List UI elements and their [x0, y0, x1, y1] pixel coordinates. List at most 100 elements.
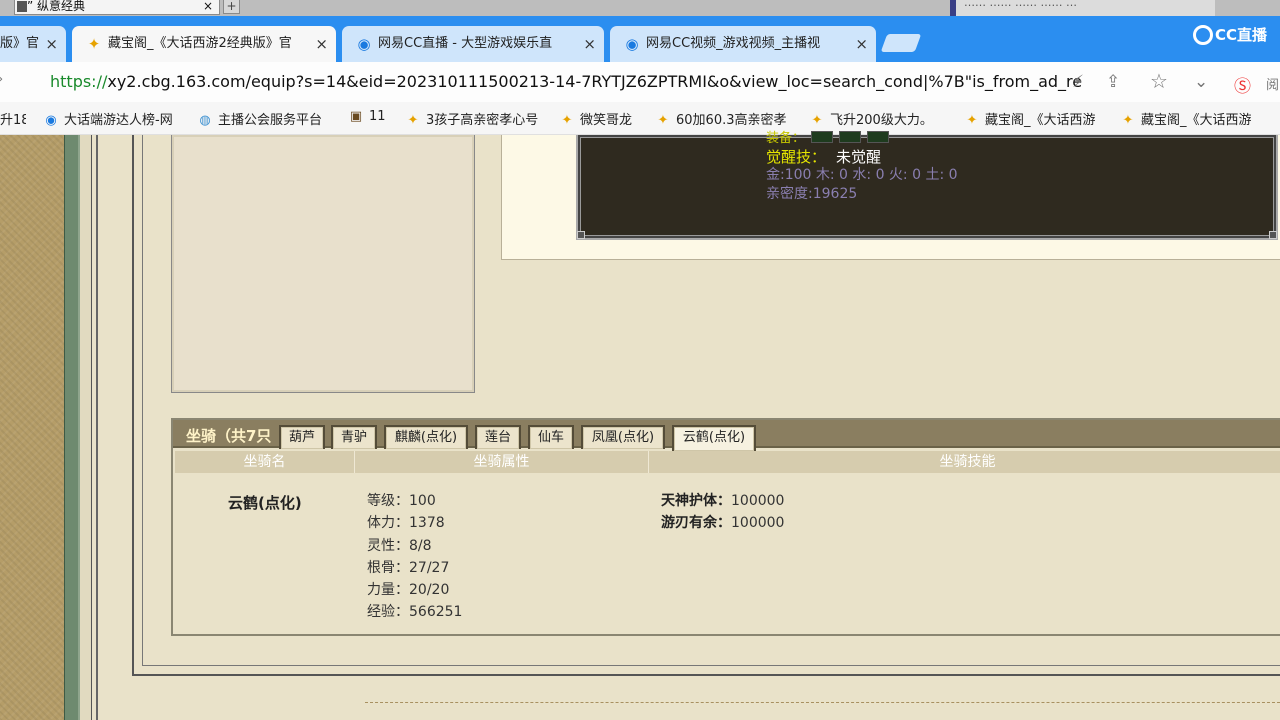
- cc-logo-text: CC直播: [1215, 26, 1268, 44]
- skill-value: 100000: [731, 515, 785, 531]
- bookmark-item[interactable]: ◍ 主播公会服务平台: [196, 109, 341, 128]
- game-icon: ▣: [349, 109, 363, 124]
- bookmark-item[interactable]: ✦ 3孩子高亲密孝心号: [404, 109, 544, 128]
- background-pattern: [0, 135, 68, 720]
- page-content: 装备： 觉醒技： 未觉醒 金:100 木: 0 水: 0 火: 0 土: 0 亲密…: [0, 131, 1280, 720]
- mounts-title: 坐骑（共7只: [186, 427, 272, 445]
- cc-live-logo: CC直播: [1193, 24, 1267, 45]
- close-icon[interactable]: ×: [203, 0, 213, 13]
- mount-tab[interactable]: 麒麟(点化): [384, 425, 468, 449]
- mount-attribute: 灵性：8/8: [367, 538, 432, 554]
- address-bar: › https://xy2.cbg.163.com/equip?s=14&eid…: [0, 62, 1280, 102]
- outer-tab[interactable]: ” 纵意经典 ×: [14, 0, 220, 15]
- cbg-icon: ✦: [87, 35, 101, 53]
- bookmark-label: 藏宝阁_《大话西游: [985, 113, 1096, 128]
- tab-title: 网易CC直播 - 大型游戏娱乐直: [378, 36, 553, 51]
- cbg-icon: ✦: [407, 113, 419, 128]
- skill-value: 100000: [731, 493, 785, 509]
- element-stats: 金:100 木: 0 水: 0 火: 0 土: 0: [766, 167, 958, 183]
- column-header: 坐骑属性: [355, 451, 649, 473]
- bookmark-label: 大话端游达人榜-网: [64, 113, 173, 128]
- bookmark-item[interactable]: ◉ 大话端游达人榜-网: [42, 109, 182, 128]
- bookmark-item[interactable]: ✦ 藏宝阁_《大话西游: [1119, 109, 1259, 128]
- bookmark-label: 微笑哥龙: [580, 113, 633, 128]
- bookmark-label: 11: [369, 109, 386, 124]
- browser-tab[interactable]: ◉ 网易CC直播 - 大型游戏娱乐直 ×: [342, 26, 604, 62]
- bookmark-item[interactable]: 升18: [0, 109, 26, 128]
- overlay-text: …… …… …… …… …: [964, 0, 1077, 9]
- mounts-section: 坐骑（共7只 葫芦 青驴 麒麟(点化) 莲台 仙车 凤凰(点化) 云鹤(点化) …: [171, 418, 1280, 636]
- new-tab-button[interactable]: [880, 34, 922, 52]
- bookmark-item[interactable]: ▣ 11: [347, 109, 397, 124]
- mounts-header: 坐骑（共7只 葫芦 青驴 麒麟(点化) 莲台 仙车 凤凰(点化) 云鹤(点化): [173, 420, 1280, 451]
- column-header: 坐骑技能: [939, 454, 996, 470]
- skill-name: 游刃有余：: [661, 515, 731, 531]
- mount-tab[interactable]: 莲台: [475, 425, 521, 449]
- bookmark-item[interactable]: ✦ 藏宝阁_《大话西游: [963, 109, 1103, 128]
- tab-title: 藏宝阁_《大话西游2经典版》官: [108, 36, 292, 51]
- bookmark-item[interactable]: ✦ 飞升200级大力。: [808, 109, 948, 128]
- intimacy-value: 亲密度:19625: [766, 186, 858, 202]
- cbg-icon: ✦: [966, 113, 978, 128]
- bookmark-label: 升18: [0, 113, 26, 128]
- frame-corner: [1269, 231, 1277, 239]
- mount-attribute: 经验：566251: [367, 604, 463, 620]
- pet-image-panel: [171, 135, 475, 393]
- outer-tab-title: ” 纵意经典: [27, 0, 86, 13]
- sogou-icon[interactable]: Ⓢ: [1234, 72, 1251, 97]
- cc-icon: ◉: [45, 113, 57, 128]
- mount-attribute: 等级：100: [367, 493, 436, 509]
- mount-tab[interactable]: 仙车: [528, 425, 574, 449]
- cloud-icon: ◍: [199, 113, 211, 128]
- new-tab-button[interactable]: +: [223, 0, 240, 14]
- browser-tab[interactable]: ◉ 网易CC视频_游戏视频_主播视 ×: [610, 26, 876, 62]
- skill-name: 天神护体：: [661, 493, 731, 509]
- overlay-window: …… …… …… …… …: [950, 0, 1215, 16]
- close-icon[interactable]: ×: [315, 26, 328, 62]
- decor-line: [96, 135, 98, 720]
- equipment-slot-icon[interactable]: [867, 131, 890, 143]
- mount-tab[interactable]: 凤凰(点化): [581, 425, 665, 449]
- reader-icon[interactable]: 阅: [1266, 74, 1279, 93]
- mount-skill: 游刃有余：100000: [661, 512, 784, 532]
- equipment-slot-icon[interactable]: [811, 131, 834, 143]
- decor-border: [80, 135, 92, 720]
- equipment-label: 装备：: [766, 131, 806, 146]
- bookmark-label: 主播公会服务平台: [218, 113, 323, 128]
- url-field[interactable]: https://xy2.cbg.163.com/equip?s=14&eid=2…: [50, 72, 1082, 91]
- bookmarks-bar: 升18 ◉ 大话端游达人榜-网 ◍ 主播公会服务平台 ▣ 11 ✦ 3孩子高亲密孝心号 …: [0, 102, 1280, 135]
- browser-window: ” 纵意经典 × + …… …… …… …… … 版》官 × ✦ 藏宝阁_《大话…: [0, 0, 1280, 720]
- equipment-row: 装备：: [766, 127, 890, 146]
- close-icon[interactable]: ×: [45, 26, 58, 62]
- bookmark-label: 60加60.3高亲密孝: [676, 113, 787, 128]
- mount-skill: 天神护体：100000: [661, 490, 784, 510]
- browser-tab-active[interactable]: ✦ 藏宝阁_《大话西游2经典版》官 ×: [72, 26, 336, 62]
- lightning-icon[interactable]: ⚡: [1072, 72, 1084, 92]
- mount-attribute: 力量：20/20: [367, 582, 450, 598]
- star-icon[interactable]: ☆: [1150, 69, 1168, 93]
- tab-title: 网易CC视频_游戏视频_主播视: [646, 36, 821, 51]
- mount-tab-active[interactable]: 云鹤(点化): [672, 425, 756, 451]
- tab-bar: 版》官 × ✦ 藏宝阁_《大话西游2经典版》官 × ◉ 网易CC直播 - 大型游…: [0, 16, 1280, 62]
- outer-window-strip: ” 纵意经典 × + …… …… …… …… …: [0, 0, 1280, 16]
- share-icon[interactable]: ⇪: [1106, 72, 1120, 92]
- mount-name: 云鹤(点化): [228, 494, 302, 512]
- equipment-slot-icon[interactable]: [839, 131, 862, 143]
- chevron-down-icon[interactable]: ⌄: [1194, 72, 1208, 92]
- mount-tab[interactable]: 葫芦: [279, 425, 325, 449]
- browser-tab[interactable]: 版》官 ×: [0, 26, 66, 62]
- cc-icon: ◉: [625, 35, 639, 53]
- decor-strip: [64, 135, 80, 720]
- close-icon[interactable]: ×: [855, 26, 868, 62]
- cbg-icon: ✦: [811, 113, 823, 128]
- bookmark-label: 藏宝阁_《大话西游: [1141, 113, 1252, 128]
- back-icon[interactable]: ›: [0, 72, 3, 87]
- frame-corner: [577, 231, 585, 239]
- close-icon[interactable]: ×: [583, 26, 596, 62]
- bookmark-item[interactable]: ✦ 微笑哥龙: [558, 109, 644, 128]
- bookmark-item[interactable]: ✦ 60加60.3高亲密孝: [654, 109, 794, 128]
- mount-attribute: 根骨：27/27: [367, 560, 450, 576]
- pet-info-box: 装备： 觉醒技： 未觉醒 金:100 木: 0 水: 0 火: 0 土: 0 亲密…: [576, 131, 1278, 240]
- cbg-icon: ✦: [1122, 113, 1134, 128]
- mount-tab[interactable]: 青驴: [331, 425, 377, 449]
